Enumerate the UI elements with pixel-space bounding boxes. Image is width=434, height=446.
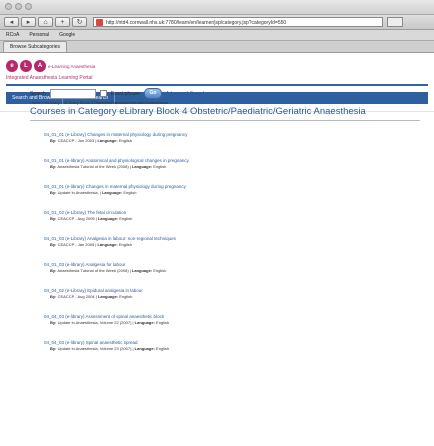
language-label: Language:	[101, 190, 123, 195]
list-item: 04_04_02 (e-Library) Epidural analgesia …	[44, 288, 424, 314]
course-language: English	[153, 268, 167, 273]
language-label: Language:	[131, 164, 153, 169]
by-label: By:	[50, 242, 57, 247]
browser-toolbar: ◂ ▸ ⌂ + ↻ http://ntd4.cornwall.nhs.uk:77…	[0, 15, 434, 30]
course-language: English	[153, 164, 167, 169]
list-item: 04_01_03 (e-library) Analgesia for labou…	[44, 262, 424, 288]
by-label: By:	[50, 138, 57, 143]
bookmark-rcoa[interactable]: RCoA	[6, 32, 19, 38]
by-label: By:	[50, 190, 57, 195]
tab-strip: Browse Subcategories	[0, 41, 434, 53]
close-window-button[interactable]	[5, 3, 12, 10]
title-divider	[30, 120, 420, 121]
site-logo[interactable]: e L A	[6, 60, 46, 72]
language-label: Language:	[134, 320, 155, 325]
language-label: Language:	[97, 216, 119, 221]
list-item: 04_01_01 (e-library) Anatomical and phys…	[44, 158, 424, 184]
course-source: CEACCP - Aug 2005	[57, 216, 95, 221]
course-language: English	[123, 190, 137, 195]
course-language: English	[156, 320, 170, 325]
list-item: 04_01_01 (e-library) Changes in maternal…	[44, 184, 424, 210]
course-language: English	[118, 138, 132, 143]
by-label: By:	[50, 268, 57, 273]
logo-text: e-Learning Anaesthesia	[48, 64, 96, 69]
list-item: 04_01_01 (e-Library) Changes in maternal…	[44, 132, 424, 158]
by-label: By:	[50, 216, 57, 221]
home-button[interactable]: ⌂	[38, 17, 53, 27]
list-item: 04_01_02 (e-Library) The fetal circulati…	[44, 210, 424, 236]
course-source: Anaesthesia Tutorial of the Week (2008)	[57, 268, 129, 273]
zoom-window-button[interactable]	[25, 3, 32, 10]
list-item: 04_04_03 (e-library) Assessment of spina…	[44, 314, 424, 340]
add-bookmark-button[interactable]: +	[55, 17, 70, 27]
search-engine-field[interactable]	[387, 17, 403, 27]
window-controls	[5, 3, 32, 10]
by-label: By:	[50, 164, 57, 169]
bookmark-personal[interactable]: Personal	[29, 32, 49, 38]
logo-letter-a: A	[34, 60, 46, 72]
exact-phrase-label: Exact phrase	[110, 90, 141, 97]
course-language: English	[156, 346, 170, 351]
list-item: 04_01_03 (e-Library) Analgesia in labour…	[44, 236, 424, 262]
course-meta: By: CEACCP - Aug 2004 | Language: Englis…	[50, 294, 133, 299]
by-label: By:	[50, 320, 57, 325]
bookmark-google[interactable]: Google	[59, 32, 75, 38]
course-language: English	[119, 216, 133, 221]
advanced-search-link[interactable]: Advanced Search...	[166, 91, 210, 97]
language-label: Language:	[131, 268, 153, 273]
forward-button[interactable]: ▸	[21, 17, 36, 27]
address-bar[interactable]: http://ntd4.cornwall.nhs.uk:7780/learn/e…	[93, 17, 383, 27]
search-bar: Search Exact phrase Go Advanced Search..…	[30, 88, 210, 99]
go-button[interactable]: Go	[144, 88, 163, 99]
course-source: Update in Anaesthesia, Volume 23 (2007)	[57, 346, 132, 351]
search-input[interactable]	[49, 88, 96, 99]
search-label: Search	[30, 90, 46, 97]
logo-letter-e: e	[6, 60, 18, 72]
course-source: Anaesthesia Tutorial of the Week (2008)	[57, 164, 129, 169]
course-meta: By: Update in Anaesthesia, Volume 23 (20…	[50, 346, 170, 351]
course-meta: By: Anaesthesia Tutorial of the Week (20…	[50, 268, 167, 273]
language-label: Language:	[97, 294, 119, 299]
course-meta: By: CEACCP - Jan 2005 | Language: Englis…	[50, 242, 132, 247]
course-source: CEACCP - Jun 2003	[57, 138, 95, 143]
page-title: Courses in Category eLibrary Block 4 Obs…	[30, 106, 366, 117]
title-bar	[0, 0, 434, 15]
header-divider	[6, 84, 428, 86]
browser-window: ◂ ▸ ⌂ + ↻ http://ntd4.cornwall.nhs.uk:77…	[0, 0, 434, 446]
course-language: English	[118, 242, 132, 247]
back-button[interactable]: ◂	[4, 17, 19, 27]
course-meta: By: Update in Anaesthesia, Volume 22 (20…	[50, 320, 170, 325]
course-language: English	[119, 294, 133, 299]
logo-letter-l: L	[20, 60, 32, 72]
course-meta: By: Update in Anaesthesia, | Language: E…	[50, 190, 137, 195]
by-label: By:	[50, 294, 57, 299]
course-source: Update in Anaesthesia,	[57, 190, 99, 195]
bookmarks-bar: RCoA Personal Google	[0, 30, 434, 41]
breadcrumb: Home > eLibrary > eLibrary Block 4 Obste…	[30, 100, 169, 105]
course-source: Update in Anaesthesia, Volume 22 (2007)	[57, 320, 132, 325]
tab-browse-subcategories[interactable]: Browse Subcategories	[3, 41, 68, 52]
course-meta: By: Anaesthesia Tutorial of the Week (20…	[50, 164, 167, 169]
course-meta: By: CEACCP - Aug 2005 | Language: Englis…	[50, 216, 133, 221]
site-favicon-icon	[96, 19, 103, 26]
course-source: CEACCP - Jan 2005	[57, 242, 95, 247]
reload-button[interactable]: ↻	[72, 17, 87, 27]
exact-phrase-checkbox[interactable]	[99, 90, 107, 97]
by-label: By:	[50, 346, 57, 351]
portal-title: Integrated Anaesthesia Learning Portal	[6, 75, 93, 81]
course-source: CEACCP - Aug 2004	[57, 294, 95, 299]
language-label: Language:	[97, 242, 118, 247]
course-list: 04_01_01 (e-Library) Changes in maternal…	[44, 132, 424, 366]
address-url: http://ntd4.cornwall.nhs.uk:7780/learn/e…	[106, 20, 287, 26]
language-label: Language:	[134, 346, 155, 351]
language-label: Language:	[97, 138, 118, 143]
course-meta: By: CEACCP - Jun 2003 | Language: Englis…	[50, 138, 132, 143]
list-item: 04_04_03 (e-library) Spinal anaesthetic …	[44, 340, 424, 366]
minimize-window-button[interactable]	[15, 3, 22, 10]
